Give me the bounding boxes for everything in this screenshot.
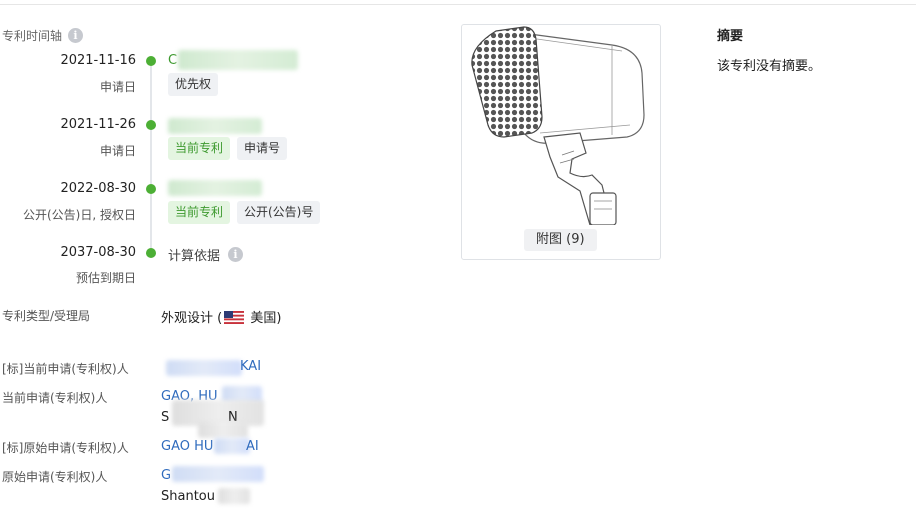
current-applicant-label: 当前申请(专利权)人 xyxy=(2,391,108,405)
std-original-applicant-link-end[interactable]: AI xyxy=(246,439,259,454)
current-patent-tag[interactable]: 当前专利 xyxy=(168,201,231,224)
us-flag-icon xyxy=(224,311,245,324)
redacted-name xyxy=(214,438,250,454)
calc-basis-text: 计算依据 xyxy=(168,249,221,264)
event-label: 预估到期日 xyxy=(75,271,136,285)
calc-basis: 计算依据 i xyxy=(168,245,244,264)
abstract-body: 该专利没有摘要。 xyxy=(717,59,822,74)
country-text: 美国) xyxy=(250,311,282,326)
original-applicant-address: Shantou xyxy=(161,489,215,504)
current-applicant-address: S xyxy=(161,410,170,425)
timeline-dot xyxy=(146,184,156,194)
bubble-gun-drawing xyxy=(471,26,645,226)
patent-type-text: 外观设计 ( xyxy=(161,311,223,326)
redacted-address xyxy=(218,488,250,504)
std-original-applicant-link[interactable]: GAO HU xyxy=(161,439,213,454)
top-divider xyxy=(0,4,916,5)
patent-type-label: 专利类型/受理局 xyxy=(2,309,91,323)
publication-number-tag[interactable]: 公开(公告)号 xyxy=(237,201,321,224)
original-applicant-link[interactable]: G xyxy=(161,468,171,483)
priority-number-link[interactable]: C xyxy=(168,53,177,68)
event-date: 2021-11-16 xyxy=(60,53,136,68)
original-applicant-label: 原始申请(专利权)人 xyxy=(2,470,108,484)
application-number-tag[interactable]: 申请号 xyxy=(237,137,288,160)
std-current-applicant-label: [标]当前申请(专利权)人 xyxy=(2,362,129,376)
std-current-applicant-link[interactable]: KAI xyxy=(240,359,261,374)
redacted-number xyxy=(168,180,262,196)
timeline-dot xyxy=(146,120,156,130)
event-date: 2022-08-30 xyxy=(60,181,136,196)
priority-tag[interactable]: 优先权 xyxy=(168,73,219,96)
info-icon[interactable]: i xyxy=(68,28,84,43)
std-original-applicant-label: [标]原始申请(专利权)人 xyxy=(2,441,129,455)
patent-type-value: 外观设计 ( 美国) xyxy=(161,307,281,326)
redacted-number xyxy=(168,118,262,134)
redacted-name xyxy=(172,466,264,482)
event-date: 2037-08-30 xyxy=(60,245,136,260)
timeline-line xyxy=(150,61,152,257)
abstract-title: 摘要 xyxy=(717,29,744,44)
event-date: 2021-11-26 xyxy=(60,117,136,132)
redacted-address xyxy=(198,422,248,438)
figure-card[interactable]: 附图 (9) xyxy=(461,24,661,260)
timeline-title: 专利时间轴 i xyxy=(2,27,84,44)
event-label: 申请日 xyxy=(99,144,136,158)
event-label: 公开(公告)日, 授权日 xyxy=(23,208,136,222)
figure-count-button[interactable]: 附图 (9) xyxy=(524,229,597,251)
timeline-dot xyxy=(146,56,156,66)
event-label: 申请日 xyxy=(99,80,136,94)
timeline-title-text: 专利时间轴 xyxy=(2,29,63,43)
current-patent-tag[interactable]: 当前专利 xyxy=(168,137,231,160)
info-icon[interactable]: i xyxy=(228,247,244,262)
redacted-number xyxy=(178,50,298,70)
redacted-name xyxy=(166,360,242,376)
timeline-dot xyxy=(146,248,156,258)
